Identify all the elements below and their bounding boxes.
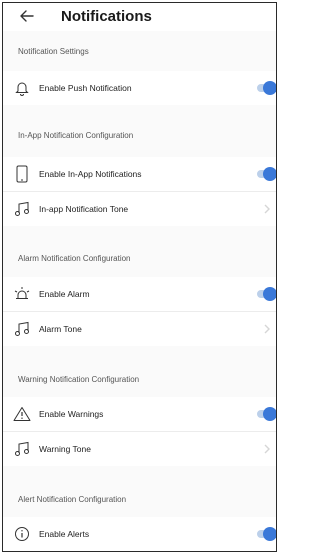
in-app-notifications-toggle[interactable] [255,167,276,181]
chevron-right-icon [264,204,270,214]
toggle-knob [263,167,276,181]
music-note-icon [13,200,31,218]
music-note-icon [13,320,31,338]
toggle-knob [263,407,276,421]
alerts-toggle[interactable] [255,527,276,541]
row-enable-push-notification: Enable Push Notification [3,71,276,105]
section-label-notification-settings: Notification Settings [18,47,89,56]
page-title: Notifications [61,8,152,25]
row-label: Enable Alarm [39,289,90,299]
app-header: Notifications [3,3,276,31]
bell-icon [13,79,31,97]
row-label: Warning Tone [39,444,91,454]
toggle-knob [263,527,276,541]
row-label: Enable In-App Notifications [39,169,142,179]
alarm-toggle[interactable] [255,287,276,301]
chevron-right-icon [264,324,270,334]
row-label: Enable Push Notification [39,83,132,93]
warning-triangle-icon [13,405,31,423]
section-label-alert: Alert Notification Configuration [18,495,127,504]
row-alarm-tone[interactable]: Alarm Tone [3,312,276,346]
phone-icon [13,165,31,183]
music-note-icon [13,440,31,458]
row-enable-alarm: Enable Alarm [3,277,276,311]
row-in-app-notification-tone[interactable]: In-app Notification Tone [3,192,276,226]
row-enable-in-app-notifications: Enable In-App Notifications [3,157,276,191]
push-notification-toggle[interactable] [255,81,276,95]
toggle-knob [263,81,276,95]
row-enable-alerts: Enable Alerts [3,517,276,551]
row-warning-tone[interactable]: Warning Tone [3,432,276,466]
row-label: Enable Alerts [39,529,90,539]
toggle-knob [263,287,276,301]
section-label-alarm: Alarm Notification Configuration [18,254,131,263]
warnings-toggle[interactable] [255,407,276,421]
row-label: In-app Notification Tone [39,204,129,214]
row-label: Alarm Tone [39,324,82,334]
section-label-in-app: In-App Notification Configuration [18,131,134,140]
arrow-left-icon [20,10,34,22]
row-label: Enable Warnings [39,409,104,419]
chevron-right-icon [264,444,270,454]
section-label-warning: Warning Notification Configuration [18,375,140,384]
back-button[interactable] [17,6,37,26]
row-enable-warnings: Enable Warnings [3,397,276,431]
info-circle-icon [13,525,31,543]
notifications-screen: Notifications Notification Settings Enab… [2,2,277,552]
alarm-light-icon [13,285,31,303]
